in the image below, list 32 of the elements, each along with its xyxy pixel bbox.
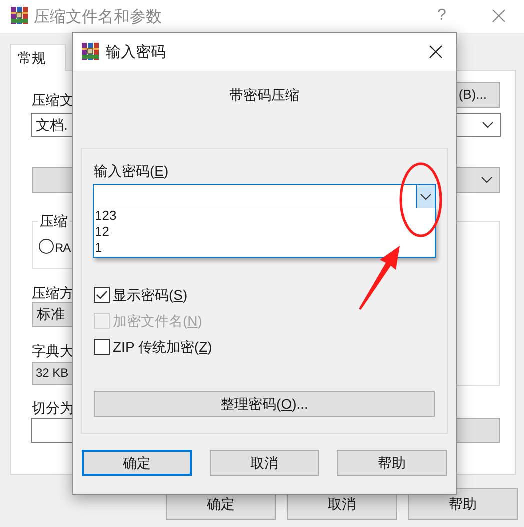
window-title: 压缩文件名和参数 <box>34 8 162 28</box>
history-item[interactable]: 123 <box>95 208 435 224</box>
chevron-down-icon <box>481 176 493 184</box>
field-label: 压缩方 <box>32 284 74 303</box>
dialog-title: 输入密码 <box>106 43 166 63</box>
organize-passwords-button[interactable]: 整理密码(O)... <box>94 391 435 417</box>
dialog-button[interactable]: 帮助 <box>408 488 518 520</box>
chevron-down-icon <box>420 192 432 200</box>
field-label: 压缩文 <box>32 91 74 110</box>
annotation-arrow <box>358 245 402 310</box>
dialog-button[interactable]: 帮助 <box>337 450 448 476</box>
history-item[interactable]: 12 <box>95 224 435 240</box>
archive-books-icon <box>10 6 29 25</box>
help-button[interactable]: ? <box>432 4 452 28</box>
radio-label: RA <box>55 240 71 257</box>
dialog-heading: 带密码压缩 <box>230 86 300 105</box>
chevron-down-icon <box>482 121 494 129</box>
checkbox-label: 加密文件名(N) <box>113 312 202 331</box>
dialog-button[interactable]: 取消 <box>210 450 320 476</box>
checkbox[interactable] <box>94 287 110 303</box>
checkbox-label: ZIP 传统加密(Z) <box>113 338 212 357</box>
dialog-button[interactable]: 确定 <box>82 450 192 476</box>
password-combo[interactable] <box>93 184 436 209</box>
tab[interactable]: 常规 <box>10 44 66 71</box>
checkbox[interactable] <box>94 339 110 355</box>
checkbox-label: 显示密码(S) <box>113 286 188 305</box>
archive-books-icon <box>81 42 100 61</box>
close-icon[interactable] <box>429 45 443 59</box>
history-item[interactable]: 1 <box>95 240 435 256</box>
dropdown-button[interactable] <box>416 185 435 208</box>
checkmark-icon <box>96 290 108 300</box>
password-label: 输入密码(E) <box>94 163 169 179</box>
